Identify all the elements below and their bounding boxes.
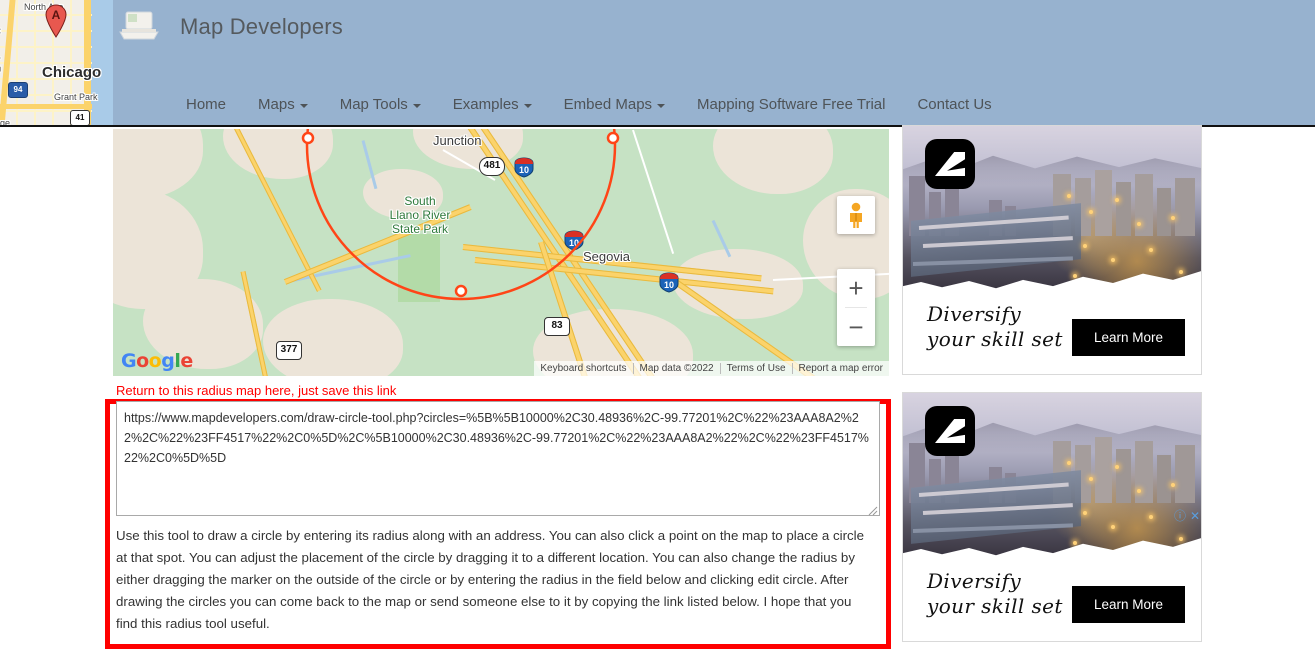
thumbnail-label: Chicago	[42, 64, 102, 81]
thumbnail-street	[0, 46, 92, 48]
advertiser-logo-icon	[925, 406, 975, 456]
radius-map[interactable]: Junction Segovia South Llano River State…	[113, 129, 889, 376]
thumbnail-highway	[0, 104, 92, 109]
nav-label: Examples	[452, 95, 519, 113]
page-title: Map Developers	[180, 14, 343, 39]
share-url-textarea[interactable]: https://www.mapdevelopers.com/draw-circl…	[116, 401, 880, 516]
google-letter: G	[121, 350, 137, 372]
return-to-radius-map-link[interactable]: Return to this radius map here, just sav…	[116, 383, 396, 398]
chevron-down-icon	[523, 104, 532, 108]
chevron-down-icon	[657, 104, 666, 108]
svg-text:A: A	[52, 8, 61, 22]
adchoices-controls[interactable]: ⓘ ✕	[1174, 507, 1200, 524]
google-letter: g	[161, 350, 175, 372]
nav-item-contact-us[interactable]: Contact Us	[901, 92, 1007, 117]
textarea-resize-handle[interactable]	[866, 504, 878, 516]
advertiser-logo-mark	[935, 419, 965, 443]
radius-drag-handle-right	[606, 131, 620, 145]
ad-headline-line2: your skill set	[927, 594, 1063, 618]
zoom-in-button[interactable]: +	[837, 269, 875, 307]
google-letter: o	[136, 350, 149, 372]
advertisement-bottom[interactable]: Diversify your skill set Learn More	[902, 392, 1202, 642]
nav-label: Mapping Software Free Trial	[697, 95, 886, 113]
chevron-down-icon	[412, 104, 421, 108]
thumbnail-label: Kennedy Expy	[0, 28, 2, 87]
pegman-glyph	[850, 202, 862, 228]
shield-label: 94	[13, 85, 23, 94]
nav-item-maps[interactable]: Maps	[242, 92, 324, 117]
nav-label: Embed Maps	[563, 95, 653, 113]
radius-circle	[305, 129, 617, 301]
radius-drag-handle-left	[301, 131, 315, 145]
map-marker-pin-icon: A	[45, 4, 67, 38]
site-header: North Ave Chicago Grant Park Kennedy Exp…	[0, 0, 1315, 127]
nav-item-map-tools[interactable]: Map Tools	[324, 92, 437, 117]
map-data-copyright: Map data ©2022	[639, 363, 714, 374]
ad-headline: Diversify your skill set	[927, 569, 1063, 619]
ad-headline-line1: Diversify	[927, 569, 1022, 593]
tool-description-text: Use this tool to draw a circle by enteri…	[116, 528, 864, 631]
chevron-down-icon	[299, 104, 308, 108]
adchoices-info-icon[interactable]: ⓘ	[1174, 507, 1186, 524]
map-attribution-bar: Keyboard shortcuts Map data ©2022 Terms …	[534, 361, 889, 376]
map-zoom-controls[interactable]: + −	[837, 269, 875, 346]
ad-headline: Diversify your skill set	[927, 302, 1063, 352]
zoom-out-button[interactable]: −	[837, 308, 875, 346]
advertiser-logo-icon	[925, 139, 975, 189]
radius-circle-overlay[interactable]	[113, 129, 889, 376]
shield-label: 41	[75, 113, 85, 122]
ad-headline-line1: Diversify	[927, 302, 1022, 326]
thumbnail-label: ge	[0, 118, 11, 127]
ad-headline-line2: your skill set	[927, 327, 1063, 351]
ad-learn-more-button[interactable]: Learn More	[1071, 319, 1185, 356]
chicago-map-thumbnail: North Ave Chicago Grant Park Kennedy Exp…	[0, 0, 113, 127]
google-letter: e	[180, 350, 193, 372]
laptop-map-logo-icon	[119, 11, 159, 40]
google-logo: Google	[121, 350, 193, 372]
street-view-pegman-icon[interactable]	[837, 196, 875, 234]
nav-item-embed-maps[interactable]: Embed Maps	[548, 92, 681, 117]
advertiser-logo-mark	[935, 152, 965, 176]
nav-item-examples[interactable]: Examples	[437, 92, 548, 117]
thumbnail-label: Grant Park	[54, 92, 98, 102]
advertisement-top[interactable]: Diversify your skill set Learn More	[902, 125, 1202, 375]
nav-label: Map Tools	[339, 95, 408, 113]
keyboard-shortcuts-link[interactable]: Keyboard shortcuts	[534, 363, 632, 374]
page-content: Junction Segovia South Llano River State…	[0, 125, 1315, 655]
nav-item-mapping-software-free-trial[interactable]: Mapping Software Free Trial	[681, 92, 901, 117]
main-navigation: Home Maps Map Tools Examples Embed Maps …	[170, 88, 1008, 120]
thumbnail-shield-41: 41	[70, 110, 90, 125]
thumbnail-shield-94: 94	[8, 82, 28, 98]
report-map-error-link[interactable]: Report a map error	[793, 363, 889, 374]
terms-of-use-link[interactable]: Terms of Use	[721, 363, 792, 374]
nav-item-home[interactable]: Home	[170, 92, 242, 117]
nav-label: Maps	[258, 95, 295, 113]
google-letter: o	[148, 350, 162, 372]
close-icon[interactable]: ✕	[1190, 509, 1200, 523]
ad-learn-more-button[interactable]: Learn More	[1071, 586, 1185, 623]
radius-drag-handle-bottom	[454, 284, 468, 298]
nav-label: Home	[186, 95, 227, 113]
nav-label: Contact Us	[917, 95, 992, 113]
